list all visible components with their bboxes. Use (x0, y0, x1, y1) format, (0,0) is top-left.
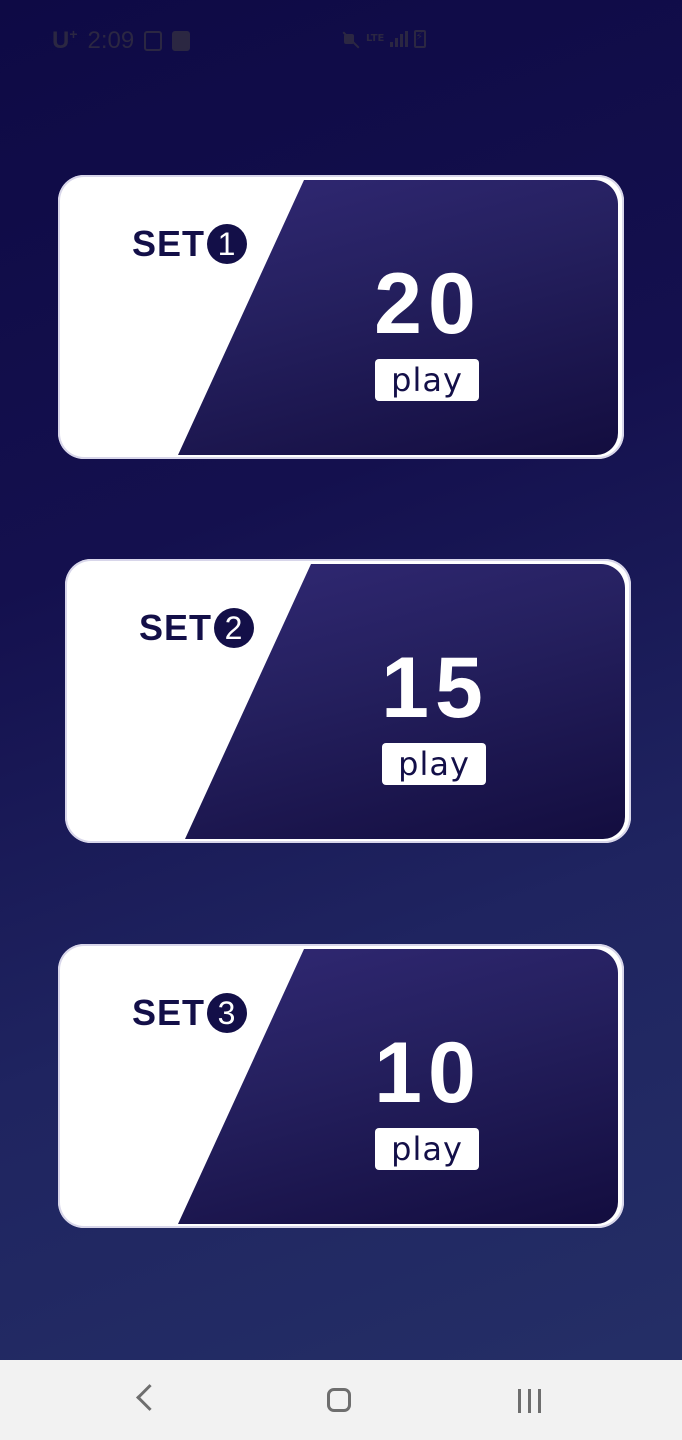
battery-charging-icon (414, 30, 427, 48)
app-screen: U+ 2:09 LTE SET1 20 play SET2 15 play (0, 0, 682, 1440)
set-count: 15 (381, 640, 489, 736)
navigation-bar (0, 1360, 682, 1440)
signal-icon (390, 31, 409, 47)
status-left: U+ 2:09 (52, 26, 191, 55)
set-number-badge: 1 (207, 224, 248, 264)
recent-apps-icon[interactable] (518, 1389, 541, 1413)
set-label: SET 3 (132, 992, 248, 1034)
set-label: SET 1 (132, 223, 248, 265)
back-icon[interactable] (136, 1384, 163, 1411)
status-time: 2:09 (87, 26, 135, 54)
card-dark-panel (178, 949, 618, 1224)
set-text: SET (132, 223, 206, 264)
status-indicators: LTE (342, 30, 427, 48)
carrier-label: U+ (52, 26, 78, 54)
briefcase-icon (144, 30, 163, 51)
mute-icon (342, 30, 360, 48)
card-dark-panel (185, 564, 625, 839)
play-button[interactable]: play (375, 359, 479, 401)
set-label: SET 2 (139, 607, 255, 649)
play-button[interactable]: play (382, 743, 486, 785)
set-number-badge: 2 (214, 608, 255, 648)
set-card-3[interactable]: SET 3 10 play (58, 944, 624, 1228)
home-icon[interactable] (327, 1388, 351, 1412)
notification-icon (172, 30, 191, 51)
set-card-1[interactable]: SET 1 20 play (58, 175, 624, 459)
set-text: SET (132, 992, 206, 1033)
set-text: SET (139, 607, 213, 648)
network-type: LTE (366, 33, 385, 44)
set-number-badge: 3 (207, 993, 248, 1033)
set-count: 10 (374, 1025, 482, 1121)
set-card-2[interactable]: SET 2 15 play (65, 559, 631, 843)
card-dark-panel (178, 180, 618, 455)
play-button[interactable]: play (375, 1128, 479, 1170)
status-bar: U+ 2:09 LTE (0, 0, 682, 84)
set-count: 20 (374, 256, 482, 352)
